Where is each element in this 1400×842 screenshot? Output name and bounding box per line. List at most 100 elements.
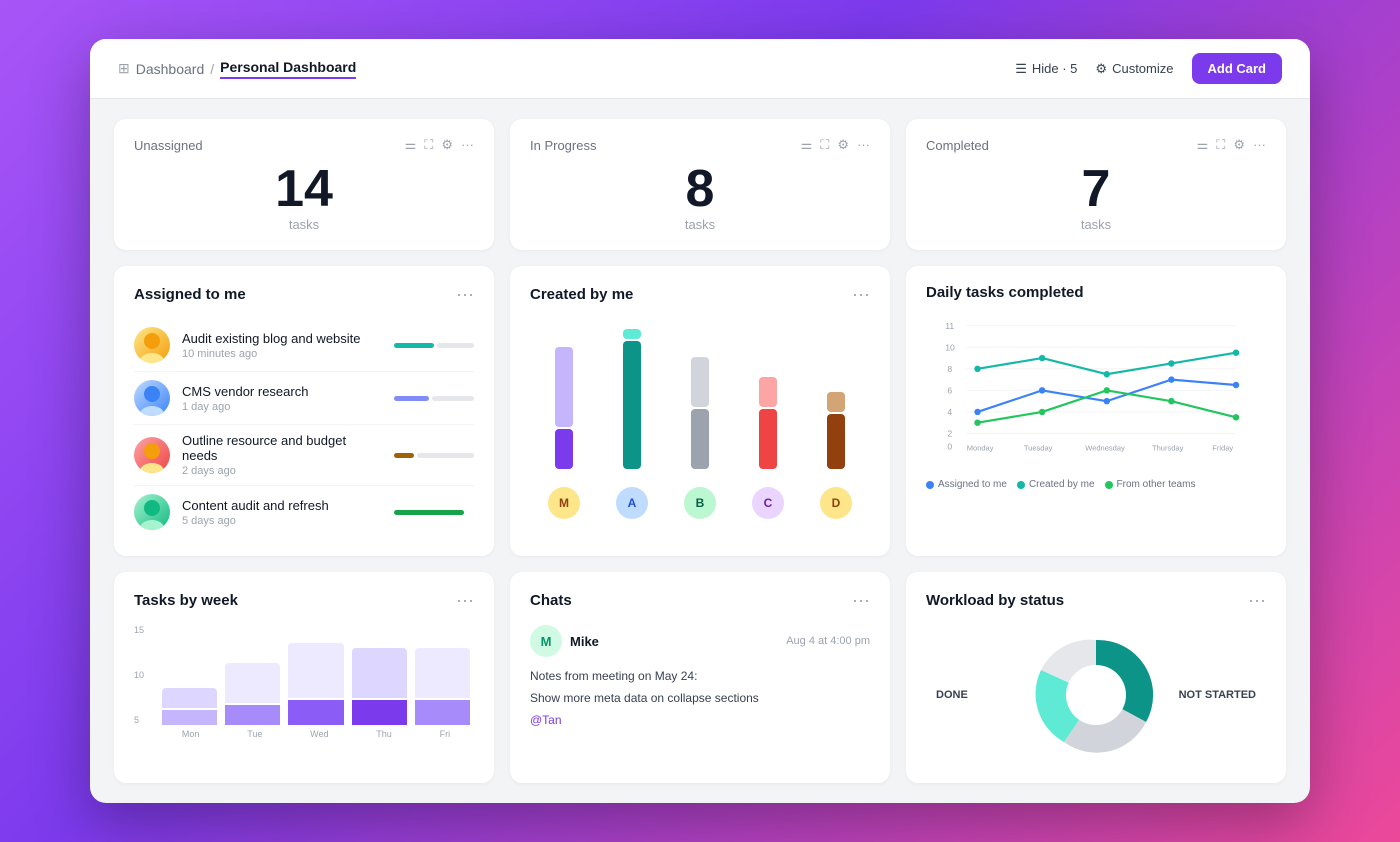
chat-date: Aug 4 at 4:00 pm: [786, 635, 870, 647]
stat-unit-inprogress: tasks: [530, 217, 870, 232]
line-chart-wrap: 11 10 8 6 4 2 0: [926, 315, 1266, 475]
assigned-panel-menu[interactable]: ···: [456, 284, 474, 305]
y-label-10: 10: [134, 670, 144, 680]
created-panel-menu[interactable]: ···: [852, 284, 870, 305]
breadcrumb: ⊞ Dashboard / Personal Dashboard: [118, 59, 356, 79]
avatar-3: [134, 437, 170, 473]
avatar-4: [134, 494, 170, 530]
assigned-panel-header: Assigned to me ···: [134, 284, 474, 305]
stat-card-inprogress: In Progress ⚌ ⛶ ⚙ ··· 8 tasks: [510, 119, 890, 250]
svg-text:0: 0: [947, 442, 952, 452]
task-time-2: 1 day ago: [182, 401, 382, 413]
task-time-4: 5 days ago: [182, 515, 382, 527]
daily-panel-title: Daily tasks completed: [926, 284, 1084, 301]
expand-icon[interactable]: ⛶: [424, 137, 433, 153]
task-item[interactable]: Outline resource and budget needs 2 days…: [134, 425, 474, 486]
chart-avatar-2: A: [616, 487, 648, 519]
stat-row: Unassigned ⚌ ⛶ ⚙ ··· 14 tasks In Progres…: [114, 119, 1286, 250]
chart-avatar-5: D: [820, 487, 852, 519]
task-info-3: Outline resource and budget needs 2 days…: [182, 433, 382, 477]
chart-avatar-4: C: [752, 487, 784, 519]
tasks-by-week-panel: Tasks by week ··· 15 10 5: [114, 572, 494, 783]
chat-meta: M Mike Aug 4 at 4:00 pm: [530, 625, 870, 657]
task-bar-4: [394, 510, 474, 515]
svg-text:Tuesday: Tuesday: [1024, 444, 1053, 453]
more-icon-2[interactable]: ···: [857, 137, 870, 153]
svg-text:8: 8: [947, 364, 952, 374]
hide-icon: ☰: [1015, 61, 1027, 77]
legend-label-other: From other teams: [1117, 479, 1196, 490]
x-label-fri: Fri: [440, 729, 451, 739]
daily-panel-header: Daily tasks completed: [926, 284, 1266, 301]
chart-avatar-1: M: [548, 487, 580, 519]
task-item[interactable]: Content audit and refresh 5 days ago: [134, 486, 474, 538]
chart-avatars: M A B C D: [530, 487, 870, 519]
chat-avatar: M: [530, 625, 562, 657]
svg-text:2: 2: [947, 429, 952, 439]
legend-other: From other teams: [1105, 479, 1196, 490]
pie-label-not-started: NOT STARTED: [1179, 689, 1256, 701]
legend-assigned: Assigned to me: [926, 479, 1007, 490]
week-panel-menu[interactable]: ···: [456, 590, 474, 611]
task-info-2: CMS vendor research 1 day ago: [182, 384, 382, 413]
more-icon[interactable]: ···: [461, 137, 474, 153]
svg-text:10: 10: [945, 343, 955, 353]
bar-col-2: [623, 329, 641, 469]
week-panel-title: Tasks by week: [134, 592, 238, 609]
svg-text:Friday: Friday: [1212, 444, 1233, 453]
chat-mention[interactable]: @Tan: [530, 713, 870, 727]
y-label-15: 15: [134, 625, 144, 635]
bar-col-5: [827, 329, 845, 469]
stat-icons-inprogress: ⚌ ⛶ ⚙ ···: [801, 137, 870, 153]
workload-panel-menu[interactable]: ···: [1248, 590, 1266, 611]
stat-label-inprogress: In Progress: [530, 138, 596, 153]
assigned-to-me-panel: Assigned to me ··· Audit existing blog a…: [114, 266, 494, 556]
task-item[interactable]: CMS vendor research 1 day ago: [134, 372, 474, 425]
bottom-row: Tasks by week ··· 15 10 5: [114, 572, 1286, 783]
task-time-1: 10 minutes ago: [182, 348, 382, 360]
filter-icon-3[interactable]: ⚌: [1197, 137, 1209, 153]
customize-button[interactable]: ⚙ Customize: [1095, 61, 1173, 77]
breadcrumb-parent[interactable]: Dashboard: [136, 61, 205, 77]
created-panel-title: Created by me: [530, 286, 633, 303]
stat-unit-unassigned: tasks: [134, 217, 474, 232]
chats-panel-menu[interactable]: ···: [852, 590, 870, 611]
task-time-3: 2 days ago: [182, 465, 382, 477]
task-item[interactable]: Audit existing blog and website 10 minut…: [134, 319, 474, 372]
svg-text:6: 6: [947, 386, 952, 396]
week-bars: [162, 625, 470, 725]
chart-avatar-3: B: [684, 487, 716, 519]
stat-label-unassigned: Unassigned: [134, 138, 203, 153]
bar-col-3: [691, 329, 709, 469]
stat-label-completed: Completed: [926, 138, 989, 153]
created-panel-header: Created by me ···: [530, 284, 870, 305]
settings-icon[interactable]: ⚙: [441, 137, 453, 153]
main-container: ⊞ Dashboard / Personal Dashboard ☰ Hide …: [90, 39, 1310, 803]
add-card-button[interactable]: Add Card: [1192, 53, 1283, 84]
task-name-1: Audit existing blog and website: [182, 331, 382, 346]
x-label-wed: Wed: [310, 729, 328, 739]
task-name-4: Content audit and refresh: [182, 498, 382, 513]
header: ⊞ Dashboard / Personal Dashboard ☰ Hide …: [90, 39, 1310, 99]
avatar-1: [134, 327, 170, 363]
customize-label: Customize: [1112, 61, 1173, 76]
settings-icon-2[interactable]: ⚙: [837, 137, 849, 153]
hide-button[interactable]: ☰ Hide · 5: [1015, 61, 1077, 77]
bar-col-4: [759, 329, 777, 469]
expand-icon-2[interactable]: ⛶: [820, 137, 829, 153]
chats-panel-header: Chats ···: [530, 590, 870, 611]
legend-label-created: Created by me: [1029, 479, 1095, 490]
expand-icon-3[interactable]: ⛶: [1216, 137, 1225, 153]
filter-icon[interactable]: ⚌: [405, 137, 417, 153]
grid-icon: ⊞: [118, 60, 130, 77]
filter-icon-2[interactable]: ⚌: [801, 137, 813, 153]
week-chart-wrap: 15 10 5: [134, 625, 474, 739]
settings-icon-3[interactable]: ⚙: [1233, 137, 1245, 153]
week-bar-2: [225, 625, 280, 725]
more-icon-3[interactable]: ···: [1253, 137, 1266, 153]
pie-chart-svg: [1026, 630, 1166, 760]
stat-number-inprogress: 8: [530, 163, 870, 215]
task-info-4: Content audit and refresh 5 days ago: [182, 498, 382, 527]
week-bar-3: [288, 625, 343, 725]
breadcrumb-current: Personal Dashboard: [220, 59, 356, 79]
